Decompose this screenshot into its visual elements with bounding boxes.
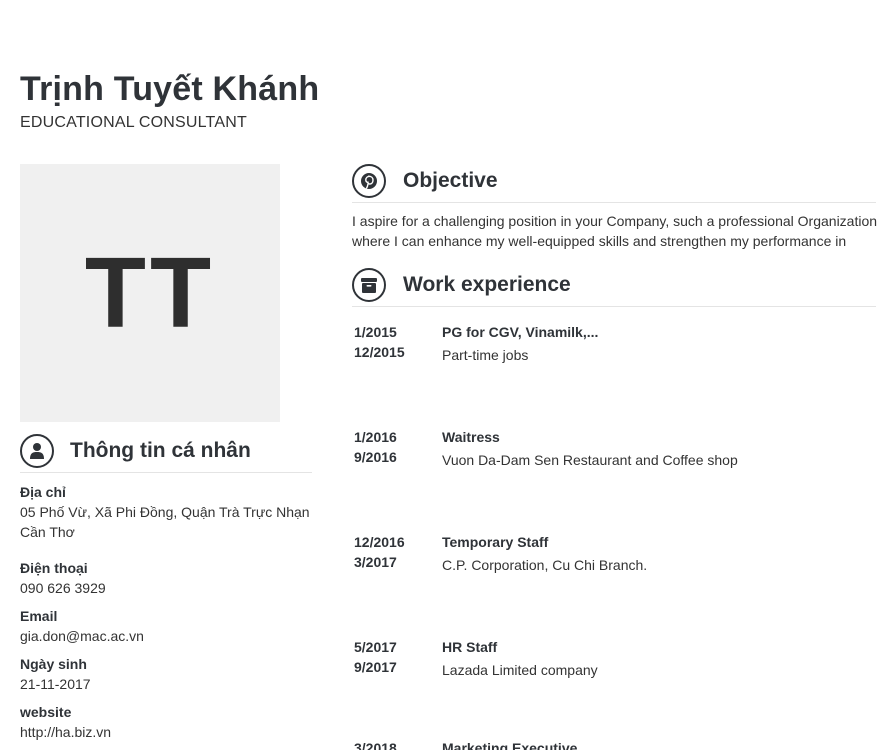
work-experience-header: Work experience	[352, 264, 876, 307]
email-label: Email	[20, 608, 58, 624]
birthday-label: Ngày sinh	[20, 656, 87, 672]
job-entry: 3/2018 Marketing Executive	[354, 740, 884, 750]
phone-value: 090 626 3929	[20, 580, 106, 596]
job-start-date: 1/2015	[354, 324, 397, 340]
job-start-date: 1/2016	[354, 429, 397, 445]
address-line-1: 05 Phố Vừ, Xã Phi Đồng, Quận Trà Trực Nh…	[20, 504, 310, 520]
job-start-date: 3/2018	[354, 740, 397, 750]
job-start-date: 5/2017	[354, 639, 397, 655]
personal-field-address: Địa chỉ 05 Phố Vừ, Xã Phi Đồng, Quận Trà…	[20, 484, 310, 542]
avatar: TT	[20, 164, 280, 422]
job-start-date: 12/2016	[354, 534, 405, 550]
avatar-initials: TT	[84, 237, 216, 349]
work-experience-title: Work experience	[403, 273, 571, 296]
job-position: PG for CGV, Vinamilk,...	[442, 324, 599, 340]
objective-title: Objective	[403, 169, 498, 192]
job-end-date: 9/2017	[354, 659, 397, 675]
candidate-name: Trịnh Tuyết Khánh	[20, 70, 320, 108]
website-label: website	[20, 704, 72, 720]
job-end-date: 9/2016	[354, 449, 397, 465]
personal-field-website: website http://ha.biz.vn	[20, 704, 111, 742]
job-position: Marketing Executive	[442, 740, 578, 750]
objective-text: I aspire for a challenging position in y…	[352, 212, 882, 251]
job-position: Temporary Staff	[442, 534, 549, 550]
website-value: http://ha.biz.vn	[20, 724, 112, 740]
candidate-title: EDUCATIONAL CONSULTANT	[20, 114, 247, 131]
pinterest-icon	[352, 164, 386, 198]
address-line-2: Cần Thơ	[20, 524, 75, 540]
job-company: Lazada Limited company	[442, 662, 598, 678]
user-icon	[20, 434, 54, 468]
personal-info-title: Thông tin cá nhân	[70, 439, 251, 462]
objective-header: Objective	[352, 160, 876, 203]
personal-info-header: Thông tin cá nhân	[20, 430, 312, 473]
archive-icon	[352, 268, 386, 302]
phone-label: Điện thoại	[20, 560, 88, 576]
job-company: Part-time jobs	[442, 347, 529, 363]
objective-line-1: I aspire for a challenging position in y…	[352, 213, 878, 229]
job-company: Vuon Da-Dam Sen Restaurant and Coffee sh…	[442, 452, 738, 468]
personal-field-birthday: Ngày sinh 21-11-2017	[20, 656, 91, 694]
objective-line-2: where I can enhance my well-equipped ski…	[352, 232, 847, 249]
personal-field-email: Email gia.don@mac.ac.vn	[20, 608, 144, 646]
job-end-date: 12/2015	[354, 344, 405, 360]
email-value: gia.don@mac.ac.vn	[20, 628, 144, 644]
job-position: HR Staff	[442, 639, 498, 655]
address-label: Địa chỉ	[20, 484, 66, 500]
birthday-value: 21-11-2017	[20, 676, 91, 692]
job-position: Waitress	[442, 429, 500, 445]
job-company: C.P. Corporation, Cu Chi Branch.	[442, 557, 648, 573]
personal-field-phone: Điện thoại 090 626 3929	[20, 560, 106, 598]
job-end-date: 3/2017	[354, 554, 397, 570]
